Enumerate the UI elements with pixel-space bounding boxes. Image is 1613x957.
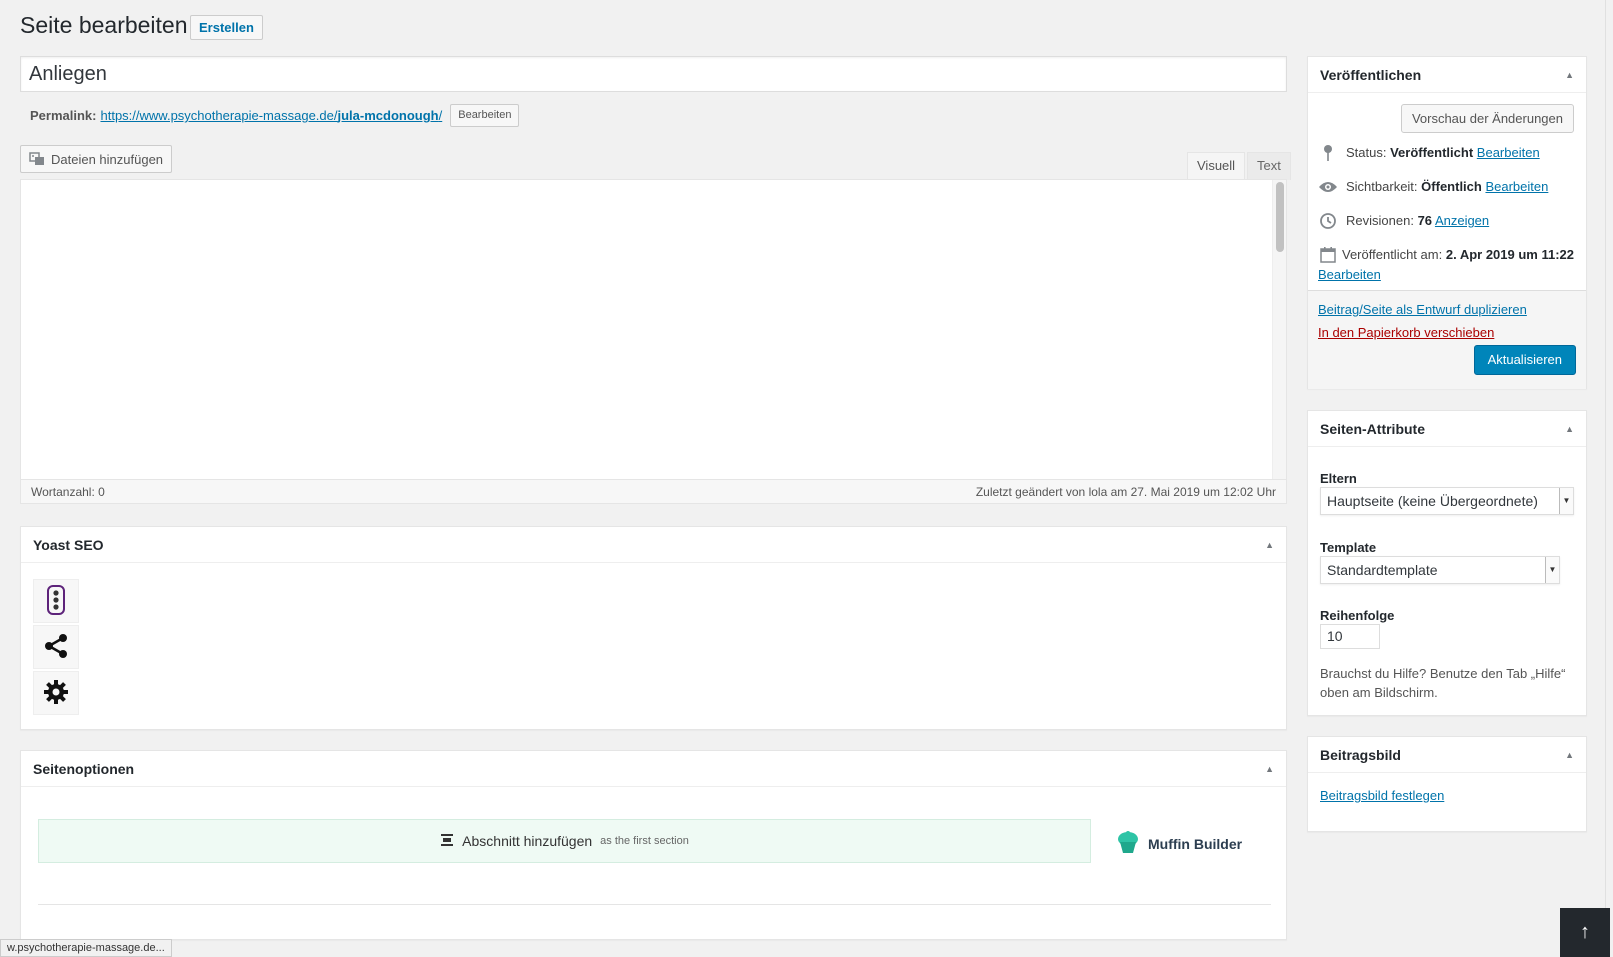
permalink-link[interactable]: https://www.psychotherapie-massage.de/ju…: [100, 108, 442, 123]
set-featured-image-link[interactable]: Beitragsbild festlegen: [1320, 788, 1444, 803]
permalink-label: Permalink:: [30, 108, 97, 123]
collapse-arrow-icon[interactable]: ▲: [1265, 764, 1274, 774]
section-icon: [440, 833, 454, 850]
permalink-slug: jula-mcdonough: [337, 108, 439, 123]
word-count: Wortanzahl: 0: [31, 484, 105, 499]
revisions-label: Revisionen:: [1346, 213, 1414, 228]
featured-image-box: Beitragsbild ▲ Beitragsbild festlegen: [1307, 736, 1587, 832]
attributes-title: Seiten-Attribute: [1320, 420, 1425, 437]
permalink-trailing: /: [438, 108, 443, 123]
pin-icon: [1318, 143, 1338, 163]
add-section-label: Abschnitt hinzufügen: [462, 833, 593, 849]
visibility-row: Sichtbarkeit: Öffentlich Bearbeiten: [1318, 177, 1548, 197]
history-icon: [1318, 211, 1338, 231]
page-scrollbar[interactable]: [1605, 0, 1613, 957]
parent-select[interactable]: Hauptseite (keine Übergeordnete) ▼: [1320, 487, 1574, 515]
page-title: Seite bearbeiten: [20, 12, 188, 38]
create-button[interactable]: Erstellen: [190, 15, 263, 40]
trash-link[interactable]: In den Papierkorb verschieben: [1318, 325, 1494, 340]
template-label: Template: [1320, 540, 1377, 555]
yoast-tab-social[interactable]: [33, 625, 79, 669]
status-edit-link[interactable]: Bearbeiten: [1477, 145, 1540, 160]
options-header[interactable]: Seitenoptionen ▲: [21, 751, 1286, 787]
template-select[interactable]: Standardtemplate ▼: [1320, 556, 1560, 584]
publish-actions: Beitrag/Seite als Entwurf duplizieren In…: [1308, 290, 1586, 389]
permalink-edit-button[interactable]: Bearbeiten: [450, 104, 520, 127]
tab-visual[interactable]: Visuell: [1187, 152, 1246, 180]
order-input[interactable]: 10: [1320, 624, 1380, 649]
collapse-arrow-icon[interactable]: ▲: [1565, 424, 1574, 434]
featured-title: Beitragsbild: [1320, 746, 1401, 763]
revisions-row: Revisionen: 76 Anzeigen: [1318, 211, 1489, 231]
editor-statusbar: Wortanzahl: 0 Zuletzt geändert von lola …: [21, 479, 1286, 503]
eye-icon: [1318, 177, 1338, 197]
add-media-button[interactable]: Dateien hinzufügen: [20, 145, 173, 173]
last-edited: Zuletzt geändert von lola am 27. Mai 201…: [975, 484, 1276, 499]
visibility-edit-link[interactable]: Bearbeiten: [1485, 179, 1548, 194]
collapse-arrow-icon[interactable]: ▲: [1565, 70, 1574, 80]
editor-scrollbar[interactable]: [1272, 180, 1286, 480]
published-date: 2. Apr 2019 um: [1445, 247, 1538, 262]
published-edit-link[interactable]: Bearbeiten: [1318, 267, 1381, 282]
gear-icon: [43, 679, 69, 708]
collapse-arrow-icon[interactable]: ▲: [1565, 750, 1574, 760]
permalink-base: https://www.psychotherapie-massage.de/: [100, 108, 338, 123]
publish-title: Veröffentlichen: [1320, 66, 1422, 83]
published-date-row: Veröffentlicht am: 2. Apr 2019 um 11:22 …: [1318, 245, 1578, 285]
template-select-value: Standardtemplate: [1327, 562, 1438, 578]
publish-header[interactable]: Veröffentlichen ▲: [1308, 57, 1586, 93]
order-label: Reihenfolge: [1320, 608, 1395, 623]
arrow-up-icon: ↑: [1580, 921, 1590, 943]
yoast-tab-advanced[interactable]: [33, 671, 79, 715]
attributes-help-text: Brauchst du Hilfe? Benutze den Tab „Hilf…: [1320, 666, 1566, 700]
share-icon: [43, 633, 69, 662]
collapse-arrow-icon[interactable]: ▲: [1265, 540, 1274, 550]
options-divider: [38, 904, 1271, 905]
add-media-label: Dateien hinzufügen: [51, 151, 164, 167]
status-row: Status: Veröffentlicht Bearbeiten: [1318, 143, 1540, 163]
chevron-down-icon: ▼: [1545, 557, 1559, 583]
browser-status-url: w.psychotherapie-massage.de...: [0, 939, 172, 957]
muffin-builder-name: Muffin Builder: [1148, 835, 1243, 852]
parent-select-value: Hauptseite (keine Übergeordnete): [1327, 493, 1538, 509]
traffic-light-icon: [46, 584, 66, 618]
calendar-icon: [1318, 245, 1338, 265]
visibility-value: Öffentlich: [1421, 179, 1482, 194]
add-section-button[interactable]: Abschnitt hinzufügen as the first sectio…: [38, 819, 1091, 863]
parent-label: Eltern: [1320, 471, 1357, 486]
page-attributes-box: Seiten-Attribute ▲ Eltern Hauptseite (ke…: [1307, 410, 1587, 716]
yoast-tab-readability[interactable]: [33, 579, 79, 623]
title-input[interactable]: Anliegen: [20, 56, 1287, 92]
content-editor[interactable]: Wortanzahl: 0 Zuletzt geändert von lola …: [20, 179, 1287, 504]
attributes-header[interactable]: Seiten-Attribute ▲: [1308, 411, 1586, 447]
media-icon: [29, 150, 45, 169]
options-title: Seitenoptionen: [33, 760, 135, 777]
published-time: 11:22: [1541, 247, 1575, 262]
update-button[interactable]: Aktualisieren: [1473, 345, 1576, 375]
tab-text[interactable]: Text: [1247, 152, 1291, 180]
duplicate-link[interactable]: Beitrag/Seite als Entwurf duplizieren: [1318, 302, 1527, 317]
publish-box: Veröffentlichen ▲ Vorschau der Änderunge…: [1307, 56, 1587, 389]
preview-changes-button[interactable]: Vorschau der Änderungen: [1400, 104, 1574, 133]
status-value: Veröffentlicht: [1390, 145, 1474, 160]
revisions-link[interactable]: Anzeigen: [1435, 213, 1489, 228]
muffin-builder-logo: Muffin Builder: [1114, 829, 1242, 858]
featured-header[interactable]: Beitragsbild ▲: [1308, 737, 1586, 773]
editor-scroll-thumb[interactable]: [1276, 182, 1284, 252]
yoast-seo-box: Yoast SEO ▲: [20, 526, 1287, 730]
muffin-icon: [1114, 829, 1142, 858]
back-to-top-button[interactable]: ↑: [1560, 908, 1610, 957]
visibility-label: Sichtbarkeit:: [1346, 179, 1418, 194]
status-label: Status:: [1346, 145, 1387, 160]
revisions-value: 76: [1417, 213, 1433, 228]
chevron-down-icon: ▼: [1559, 488, 1573, 514]
yoast-header[interactable]: Yoast SEO ▲: [21, 527, 1286, 563]
add-section-suffix: as the first section: [600, 835, 689, 847]
yoast-title: Yoast SEO: [33, 536, 104, 553]
published-label: Veröffentlicht am:: [1342, 247, 1443, 262]
page-options-box: Seitenoptionen ▲ Abschnitt hinzufügen as…: [20, 750, 1287, 940]
permalink-row: Permalink: https://www.psychotherapie-ma…: [30, 104, 520, 127]
